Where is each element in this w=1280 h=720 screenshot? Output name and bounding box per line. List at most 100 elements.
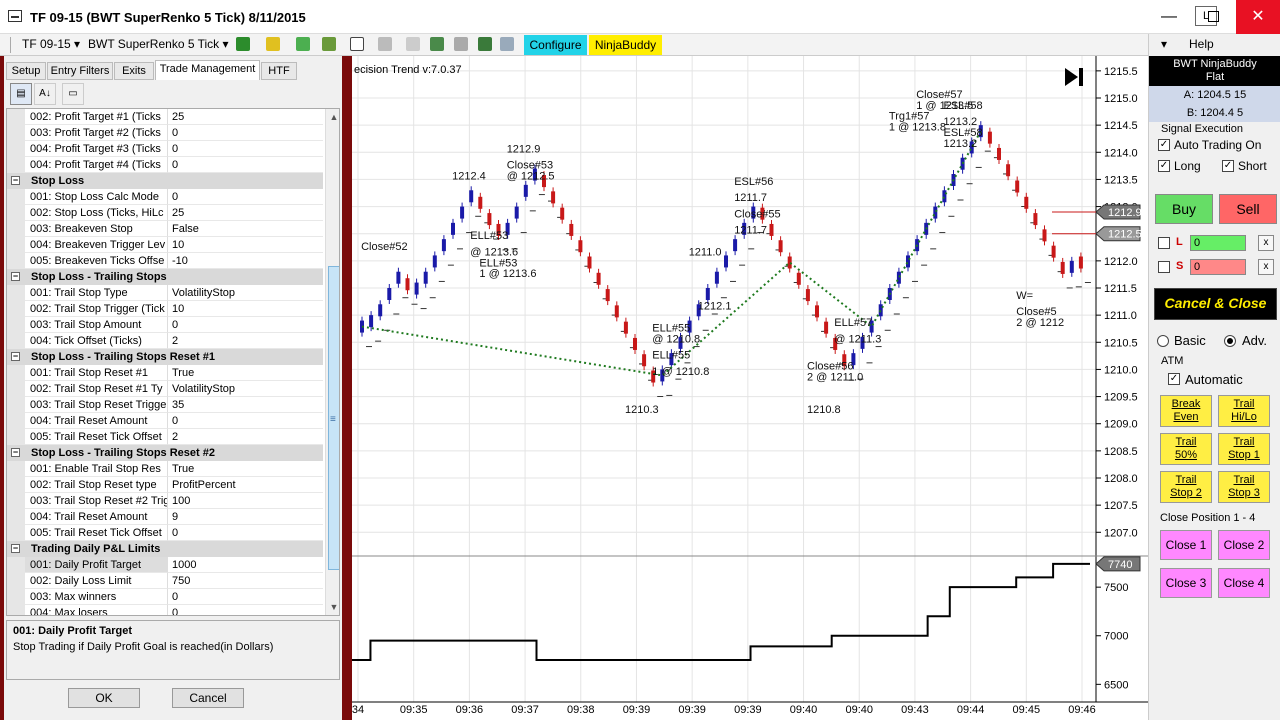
property-row[interactable]: 004: Max losers 0 [7,605,323,615]
tab-htf[interactable]: HTF [261,62,297,80]
property-category[interactable]: − Trading Daily P&L Limits [7,541,323,557]
tab-setup[interactable]: Setup [6,62,46,80]
property-value[interactable]: 25 [168,205,323,221]
zoom-icon[interactable] [378,37,392,51]
crosshair-icon[interactable] [350,37,364,51]
property-value[interactable]: 35 [168,397,323,413]
close-3-button[interactable]: Close 3 [1160,568,1212,598]
property-row[interactable]: 003: Breakeven Stop False [7,221,323,237]
bar-type-selector[interactable]: BWT SuperRenko 5 Tick ▾ [88,37,229,51]
property-row[interactable]: 002: Stop Loss (Ticks, HiLc 25 [7,205,323,221]
property-row[interactable]: 004: Tick Offset (Ticks) 2 [7,333,323,349]
collapse-icon[interactable]: − [11,272,20,281]
property-category[interactable]: − Stop Loss - Trailing Stops Reset #1 [7,349,323,365]
property-value[interactable]: 750 [168,573,323,589]
auto-trading-checkbox[interactable]: ✓ [1158,139,1170,151]
cancel-and-close-button[interactable]: Cancel & Close [1154,288,1277,320]
price-chart[interactable]: 1215.51215.01214.51214.01213.51213.01212… [352,56,1148,720]
trail-hilo-button[interactable]: Trail Hi/Lo [1218,395,1270,427]
property-value[interactable]: VolatilityStop [168,285,323,301]
property-value[interactable]: 0 [168,317,323,333]
property-row[interactable]: 005: Trail Reset Tick Offset 0 [7,525,323,541]
trail-stop2-button[interactable]: Trail Stop 2 [1160,471,1212,503]
collapse-icon[interactable]: − [11,176,20,185]
break-even-button[interactable]: Break Even [1160,395,1212,427]
qty-short-checkbox[interactable] [1158,261,1170,273]
collapse-icon[interactable]: − [11,448,20,457]
property-row[interactable]: 002: Trail Stop Reset #1 Ty VolatilitySto… [7,381,323,397]
property-value[interactable]: 0 [168,605,323,615]
close-1-button[interactable]: Close 1 [1160,530,1212,560]
properties-icon[interactable] [406,37,420,51]
property-row[interactable]: 003: Trail Stop Reset #2 Trig 100 [7,493,323,509]
close-2-button[interactable]: Close 2 [1218,530,1270,560]
property-row[interactable]: 003: Profit Target #2 (Ticks 0 [7,125,323,141]
collapse-icon[interactable]: − [11,544,20,553]
qty-long-input[interactable]: 0 [1190,235,1246,251]
property-row[interactable]: 004: Profit Target #3 (Ticks 0 [7,141,323,157]
property-row[interactable]: 003: Trail Stop Amount 0 [7,317,323,333]
property-value[interactable]: True [168,461,323,477]
order-panel-icon[interactable] [500,37,514,51]
property-row[interactable]: 004: Breakeven Trigger Lev 10 [7,237,323,253]
instrument-selector[interactable]: TF 09-15 ▾ [22,37,80,51]
close-4-button[interactable]: Close 4 [1218,568,1270,598]
qty-long-checkbox[interactable] [1158,237,1170,249]
property-value[interactable]: 1000 [168,557,323,573]
property-value[interactable]: ProfitPercent [168,477,323,493]
property-row[interactable]: 001: Trail Stop Reset #1 True [7,365,323,381]
property-value[interactable]: 9 [168,509,323,525]
trail-stop1-button[interactable]: Trail Stop 1 [1218,433,1270,465]
automatic-checkbox[interactable]: ✓ [1168,373,1180,385]
scroll-down-icon[interactable]: ▼ [326,599,339,615]
short-checkbox[interactable]: ✓ [1222,160,1234,172]
property-value[interactable]: False [168,221,323,237]
scroll-thumb[interactable]: ≡ [328,266,339,570]
ninjabuddy-button[interactable]: NinjaBuddy [589,35,662,55]
property-value[interactable]: 0 [168,413,323,429]
property-value[interactable]: 0 [168,589,323,605]
maximize-button[interactable] [1191,0,1235,34]
cancel-button[interactable]: Cancel [172,688,244,708]
ok-button[interactable]: OK [68,688,140,708]
property-value[interactable]: True [168,365,323,381]
data-box-icon[interactable] [430,37,444,51]
long-checkbox[interactable]: ✓ [1158,160,1170,172]
property-row[interactable]: 004: Trail Reset Amount 9 [7,509,323,525]
property-row[interactable]: 003: Max winners 0 [7,589,323,605]
property-value[interactable]: 0 [168,125,323,141]
property-grid-scrollbar[interactable]: ▲ ≡ ▼ [325,109,339,615]
property-category[interactable]: − Stop Loss - Trailing Stops Reset #2 [7,445,323,461]
chart-canvas[interactable]: 1215.51215.01214.51214.01213.51213.01212… [352,56,1148,720]
property-value[interactable]: 100 [168,493,323,509]
sell-button[interactable]: Sell [1219,194,1277,224]
property-value[interactable]: 0 [168,189,323,205]
property-pages-icon[interactable]: ▭ [62,83,84,105]
bar-style-icon[interactable] [236,37,250,51]
trail-50-button[interactable]: Trail 50% [1160,433,1212,465]
property-value[interactable]: VolatilityStop [168,381,323,397]
buy-button[interactable]: Buy [1155,194,1213,224]
property-row[interactable]: 004: Profit Target #4 (Ticks 0 [7,157,323,173]
property-row[interactable]: 002: Daily Loss Limit 750 [7,573,323,589]
panel-menu-icon[interactable]: ▾ [1161,37,1167,51]
property-row[interactable]: 004: Trail Reset Amount 0 [7,413,323,429]
property-row[interactable]: 002: Profit Target #1 (Ticks 25 [7,109,323,125]
property-value[interactable]: 0 [168,141,323,157]
minimize-button[interactable]: — [1147,0,1191,34]
trail-stop3-button[interactable]: Trail Stop 3 [1218,471,1270,503]
property-value[interactable]: 2 [168,333,323,349]
add-indicator-icon[interactable] [296,37,310,51]
draw-pencil-icon[interactable] [266,37,280,51]
help-menu[interactable]: Help [1189,37,1214,51]
snapshot-icon[interactable] [454,37,468,51]
property-value[interactable]: 10 [168,301,323,317]
property-row[interactable]: 001: Trail Stop Type VolatilityStop [7,285,323,301]
collapse-icon[interactable]: − [11,352,20,361]
qty-short-input[interactable]: 0 [1190,259,1246,275]
property-value[interactable]: 10 [168,237,323,253]
close-button[interactable]: ✕ [1236,0,1280,34]
property-category[interactable]: − Stop Loss [7,173,323,189]
property-row[interactable]: 001: Stop Loss Calc Mode 0 [7,189,323,205]
add-strategy-icon[interactable] [322,37,336,51]
